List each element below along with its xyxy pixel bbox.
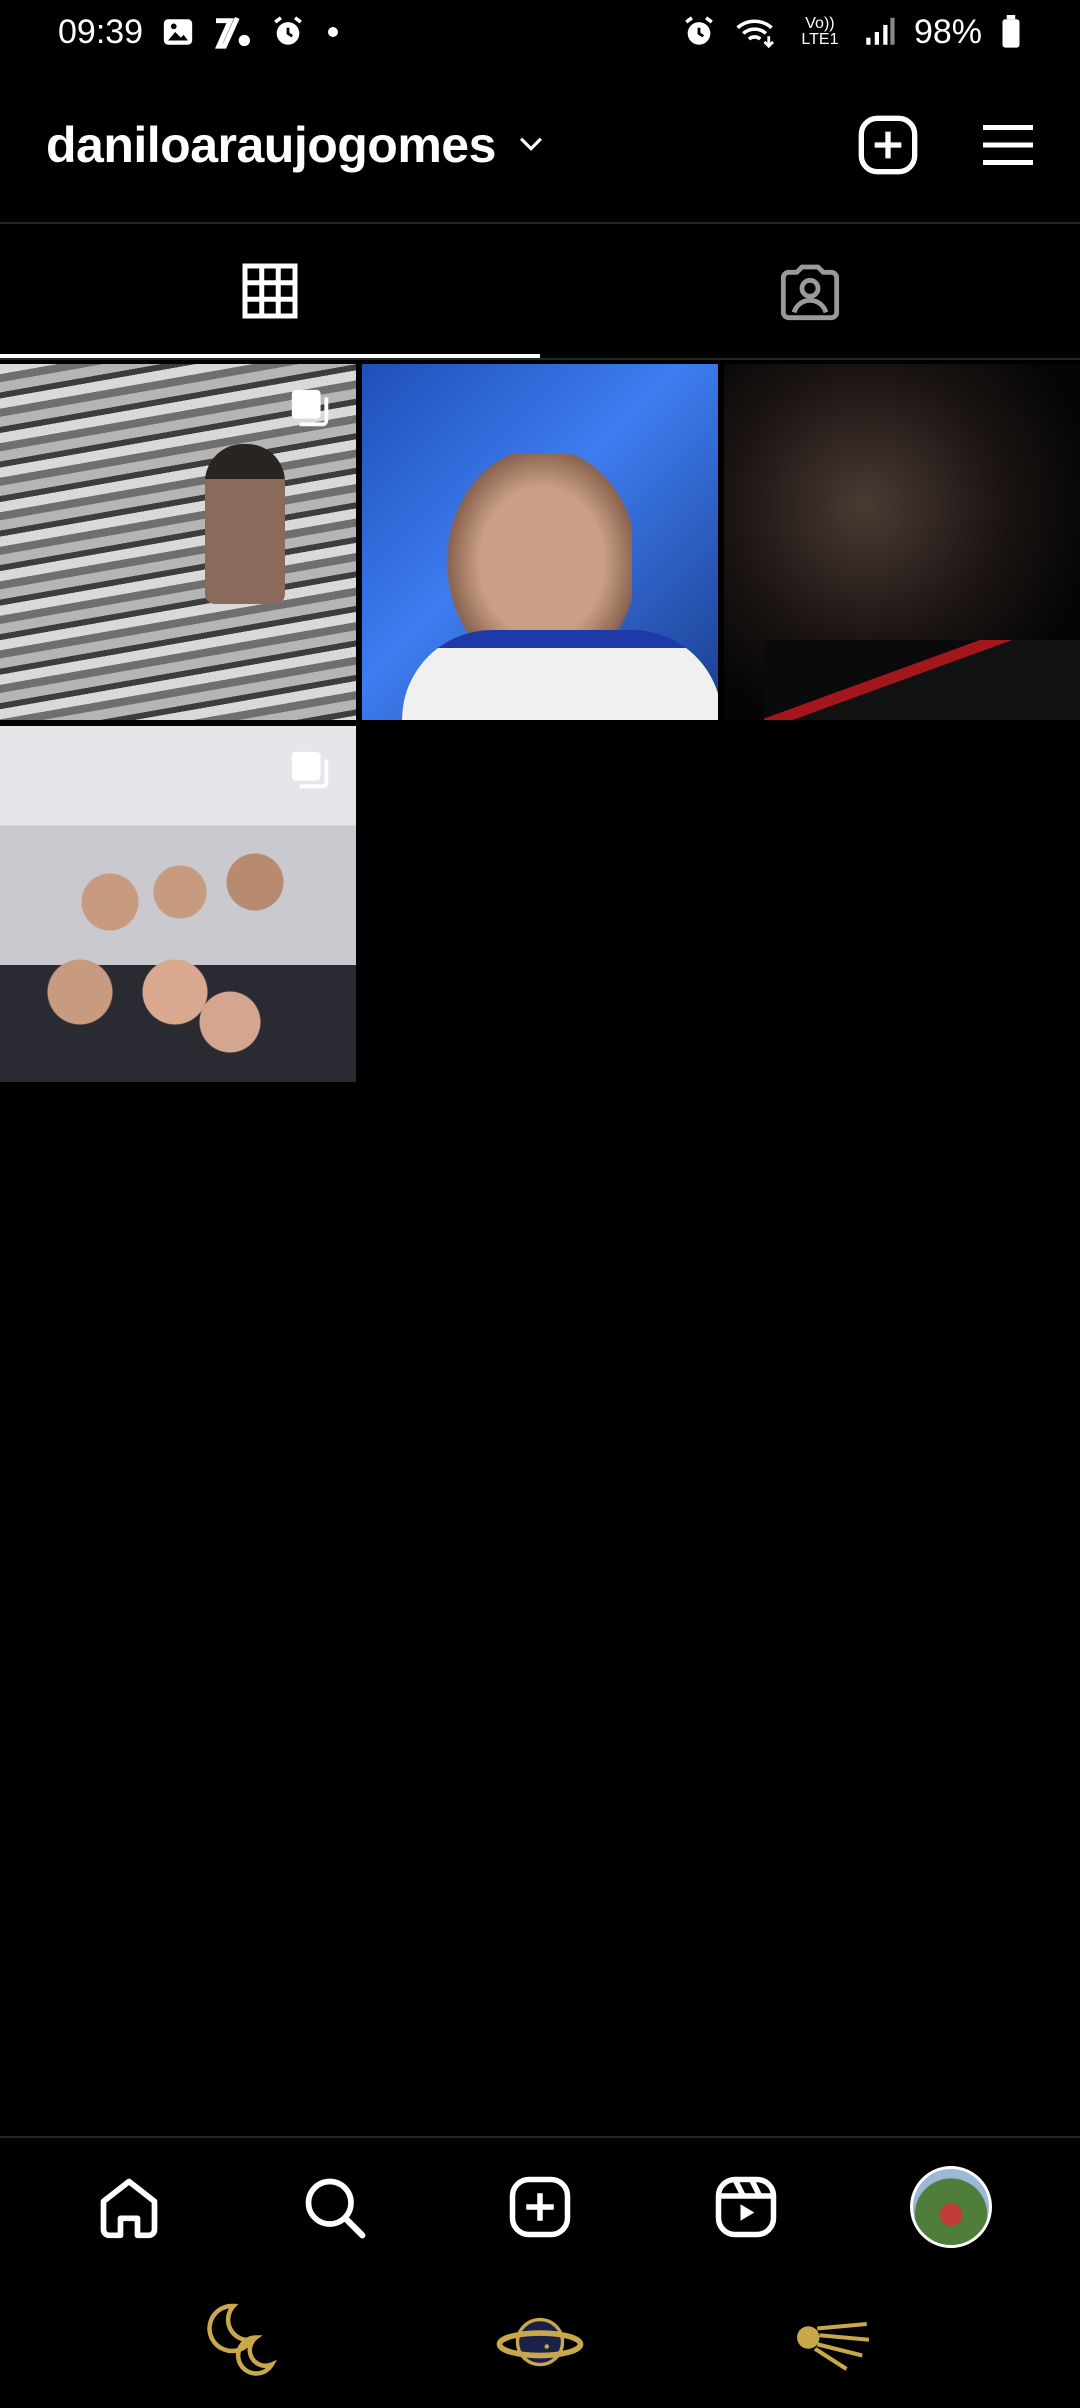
system-navigation-bar [0,2276,1080,2408]
alarm-icon [682,15,716,49]
planet-icon[interactable] [495,2294,585,2390]
status-time: 09:39 [58,12,144,51]
search-icon[interactable] [300,2173,368,2241]
bottom-navigation [0,2136,1080,2276]
create-icon[interactable] [507,2174,573,2240]
portrait-photo-shirt [764,640,1080,720]
grid-icon[interactable] [240,261,300,321]
comet-icon[interactable] [788,2294,878,2390]
status-right: Vo)) LTE1 98% [682,13,1022,52]
hamburger-menu-icon[interactable] [978,115,1038,175]
header-actions [856,113,1040,177]
home-icon[interactable] [95,2173,163,2241]
nav-profile[interactable] [906,2162,996,2252]
profile-header: daniloaraujogomes [0,80,1080,210]
dot-icon [323,22,343,42]
nav-create[interactable] [495,2162,585,2252]
post-thumbnail-selfie[interactable] [362,364,718,720]
beach-photo-subject [205,444,285,604]
new-post-button[interactable] [856,113,920,177]
battery-percent: 98% [913,12,982,51]
username[interactable]: daniloaraujogomes [46,116,496,174]
menu-button[interactable] [976,113,1040,177]
nav-home[interactable] [84,2162,174,2252]
nav-reels[interactable] [701,2162,791,2252]
add-square-icon[interactable] [856,113,920,177]
tabs-divider [0,358,1080,360]
gallery-icon [161,15,195,49]
tagged-person-icon[interactable] [778,259,842,323]
tab-tagged[interactable] [540,224,1080,358]
sport-app-icon [213,15,253,49]
alarm-icon [271,15,305,49]
multiple-photos-icon [291,751,329,789]
status-left: 09:39 [58,13,343,52]
selfie-photo-shirt [402,630,718,720]
status-bar: 09:39 Vo)) LTE1 98% [0,0,1080,64]
profile-avatar[interactable] [910,2166,993,2248]
reels-icon[interactable] [713,2174,779,2240]
system-recents-button[interactable] [202,2297,292,2387]
wifi-icon [734,15,778,49]
signal-icon [862,15,896,49]
profile-tabs [0,224,1080,358]
account-switcher[interactable]: daniloaraujogomes [46,116,548,174]
group-photo-people [0,822,356,1082]
posts-grid [0,364,1080,1082]
tab-posts-grid[interactable] [0,224,540,358]
lte-icon: Vo)) LTE1 [801,15,839,48]
post-thumbnail-dark-portrait[interactable] [724,364,1080,720]
multiple-photos-icon [291,389,329,427]
moon-icon[interactable] [202,2297,292,2387]
post-thumbnail-beach[interactable] [0,364,356,720]
battery-icon [1000,15,1022,49]
post-thumbnail-group[interactable] [0,726,356,1082]
system-home-button[interactable] [495,2297,585,2387]
system-back-button[interactable] [788,2297,878,2387]
nav-search[interactable] [289,2162,379,2252]
chevron-down-icon[interactable] [514,126,548,165]
